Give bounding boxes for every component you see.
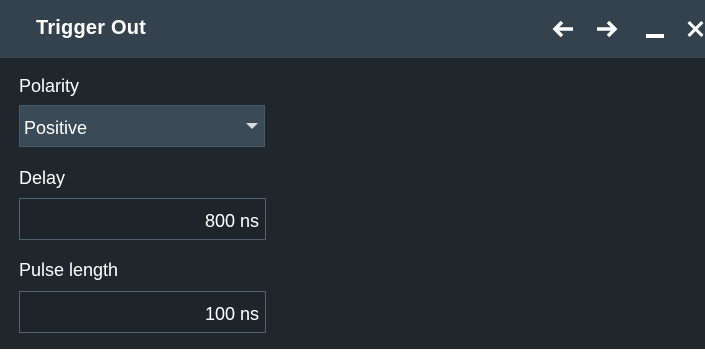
trigger-out-dialog: Trigger Out Polarity Positive Delay 800 … <box>0 0 705 349</box>
back-arrow-icon <box>552 20 573 38</box>
minimize-button[interactable] <box>640 14 670 44</box>
pulse-length-value: 100 ns <box>204 304 259 324</box>
pulse-length-field[interactable]: 100 ns <box>19 291 266 333</box>
forward-arrow-icon <box>597 20 618 38</box>
pulse-length-label: Pulse length <box>19 260 119 280</box>
dialog-titlebar[interactable]: Trigger Out <box>0 0 705 58</box>
delay-value: 800 ns <box>204 211 259 231</box>
polarity-value: Positive <box>24 118 88 138</box>
polarity-label: Polarity <box>19 76 80 96</box>
chevron-down-icon <box>246 123 258 129</box>
close-icon <box>687 21 704 37</box>
minimize-icon <box>646 34 664 38</box>
forward-button[interactable] <box>592 14 622 44</box>
dialog-title: Trigger Out <box>36 17 146 39</box>
polarity-select[interactable]: Positive <box>19 105 265 147</box>
close-button[interactable] <box>686 14 705 44</box>
delay-label: Delay <box>19 168 66 188</box>
back-button[interactable] <box>548 14 578 44</box>
delay-field[interactable]: 800 ns <box>19 198 266 240</box>
